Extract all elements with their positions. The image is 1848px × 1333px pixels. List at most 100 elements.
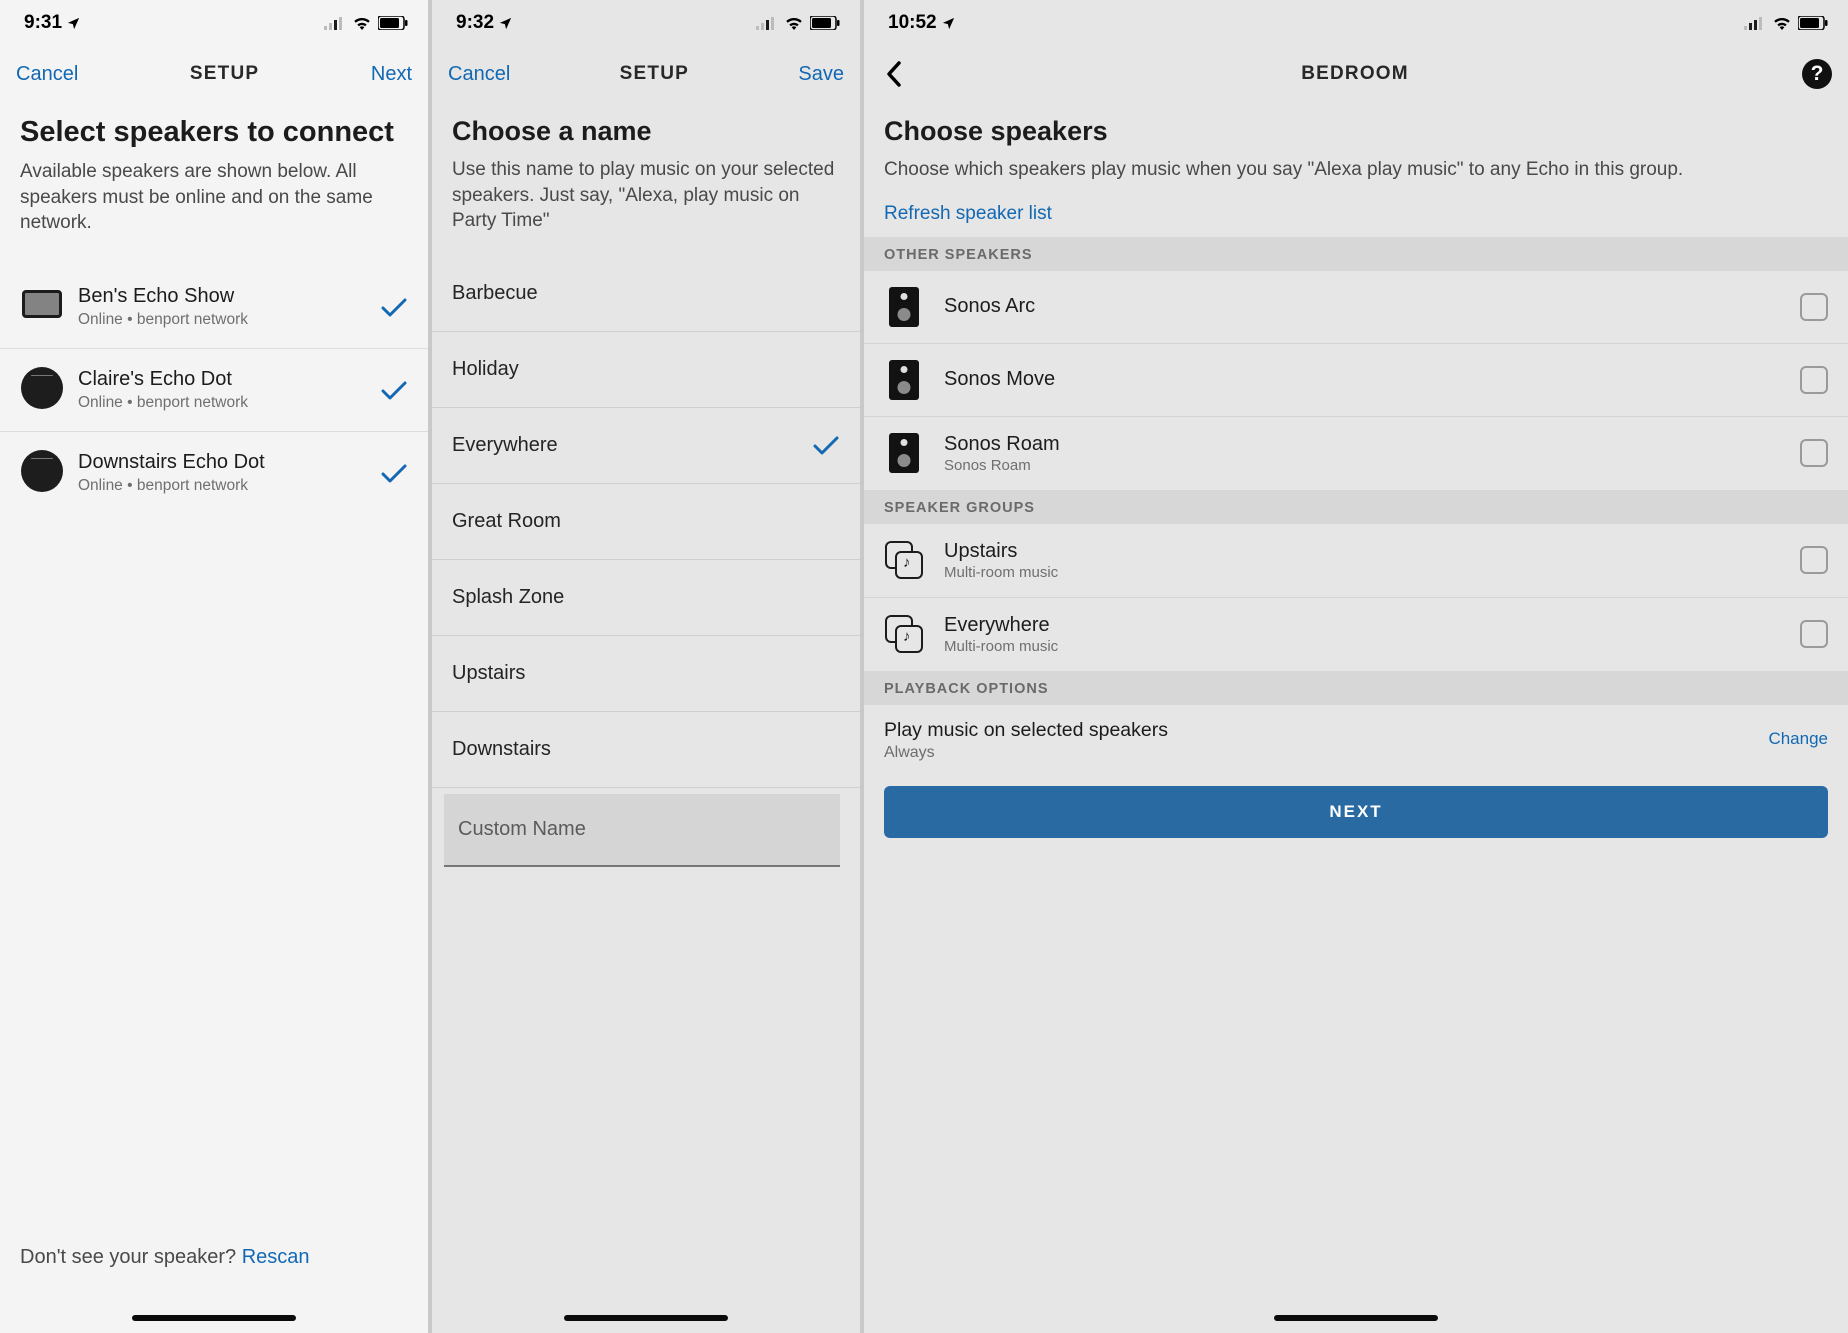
change-link[interactable]: Change (1768, 729, 1828, 749)
next-button[interactable]: Next (371, 63, 412, 86)
cancel-button[interactable]: Cancel (448, 63, 510, 86)
speaker-name: Sonos Roam (944, 433, 1800, 456)
name-label: Barbecue (452, 282, 538, 305)
speaker-status: Online • benport network (78, 477, 380, 495)
playback-title: Play music on selected speakers (884, 719, 1768, 742)
checkbox[interactable] (1800, 366, 1828, 394)
name-label: Downstairs (452, 738, 551, 761)
checkbox[interactable] (1800, 620, 1828, 648)
checkbox[interactable] (1800, 293, 1828, 321)
battery-icon (810, 16, 840, 30)
section-speaker-groups: SPEAKER GROUPS (864, 490, 1848, 524)
nav-title: BEDROOM (1301, 63, 1409, 85)
playback-row: Play music on selected speakers Always C… (864, 705, 1848, 772)
speaker-status: Online • benport network (78, 311, 380, 329)
refresh-link[interactable]: Refresh speaker list (884, 203, 1052, 225)
status-bar: 9:32 (432, 0, 860, 46)
speaker-name: Sonos Arc (944, 295, 1800, 318)
name-option[interactable]: Great Room (432, 484, 860, 560)
home-indicator[interactable] (1274, 1315, 1438, 1321)
status-time: 9:31 (24, 12, 62, 34)
rescan-link[interactable]: Rescan (242, 1246, 310, 1268)
echo-dot-icon (21, 450, 63, 492)
name-option[interactable]: Holiday (432, 332, 860, 408)
section-playback-options: PLAYBACK OPTIONS (864, 671, 1848, 705)
group-icon (885, 615, 923, 653)
back-button[interactable] (880, 57, 908, 91)
battery-icon (1798, 16, 1828, 30)
nav-bar: Cancel SETUP Save (432, 46, 860, 102)
status-time: 10:52 (888, 12, 937, 34)
location-icon (941, 16, 956, 31)
speaker-status: Online • benport network (78, 394, 380, 412)
check-icon (380, 462, 408, 484)
signal-icon (756, 16, 778, 30)
speaker-sub: Sonos Roam (944, 457, 1800, 474)
wifi-icon (1772, 16, 1792, 30)
speaker-name: Claire's Echo Dot (78, 368, 380, 391)
nav-title: SETUP (620, 63, 689, 85)
name-option[interactable]: Upstairs (432, 636, 860, 712)
name-label: Great Room (452, 510, 561, 533)
battery-icon (378, 16, 408, 30)
footer: Don't see your speaker? Rescan (20, 1246, 310, 1269)
name-option[interactable]: Everywhere (432, 408, 860, 484)
speaker-row[interactable]: Sonos Roam Sonos Roam (864, 417, 1848, 490)
signal-icon (1744, 16, 1766, 30)
group-icon (885, 541, 923, 579)
speaker-row[interactable]: Sonos Move (864, 344, 1848, 417)
wifi-icon (784, 16, 804, 30)
echo-dot-icon (21, 367, 63, 409)
speaker-row[interactable]: Ben's Echo Show Online • benport network (0, 266, 428, 349)
page-subheading: Use this name to play music on your sele… (452, 157, 840, 234)
status-time: 9:32 (456, 12, 494, 34)
page-subheading: Choose which speakers play music when yo… (884, 157, 1828, 183)
group-name: Upstairs (944, 540, 1800, 563)
name-option[interactable]: Barbecue (432, 256, 860, 332)
nav-bar: BEDROOM ? (864, 46, 1848, 102)
name-label: Splash Zone (452, 586, 564, 609)
home-indicator[interactable] (564, 1315, 728, 1321)
screen-choose-name: 9:32 Cancel SETUP Save Choose a name Use… (432, 0, 860, 1333)
page-subheading: Available speakers are shown below. All … (20, 159, 408, 236)
status-bar: 10:52 (864, 0, 1848, 46)
group-sub: Multi-room music (944, 638, 1800, 655)
speaker-row[interactable]: Downstairs Echo Dot Online • benport net… (0, 432, 428, 514)
speaker-name: Ben's Echo Show (78, 285, 380, 308)
name-label: Holiday (452, 358, 519, 381)
group-row[interactable]: Everywhere Multi-room music (864, 598, 1848, 671)
signal-icon (324, 16, 346, 30)
name-label: Everywhere (452, 434, 558, 457)
group-row[interactable]: Upstairs Multi-room music (864, 524, 1848, 598)
home-indicator[interactable] (132, 1315, 296, 1321)
nav-bar: Cancel SETUP Next (0, 46, 428, 102)
name-option[interactable]: Downstairs (432, 712, 860, 788)
screen-choose-speakers: 10:52 BEDROOM ? Choose speakers Choose w… (864, 0, 1848, 1333)
speaker-row[interactable]: Sonos Arc (864, 271, 1848, 344)
help-icon[interactable]: ? (1802, 59, 1832, 89)
cancel-button[interactable]: Cancel (16, 63, 78, 86)
placeholder: Custom Name (458, 818, 586, 840)
echo-show-icon (22, 290, 62, 318)
name-label: Upstairs (452, 662, 525, 685)
next-button[interactable]: NEXT (884, 786, 1828, 838)
check-icon (380, 379, 408, 401)
screen-select-speakers: 9:31 Cancel SETUP Next Select speakers t… (0, 0, 428, 1333)
page-heading: Select speakers to connect (20, 116, 408, 149)
playback-value: Always (884, 744, 1768, 762)
checkbox[interactable] (1800, 546, 1828, 574)
custom-name-input[interactable]: Custom Name (444, 794, 840, 867)
location-icon (498, 16, 513, 31)
name-option[interactable]: Splash Zone (432, 560, 860, 636)
speaker-icon (889, 360, 919, 400)
group-sub: Multi-room music (944, 564, 1800, 581)
check-icon (812, 434, 840, 456)
checkbox[interactable] (1800, 439, 1828, 467)
save-button[interactable]: Save (798, 63, 844, 86)
speaker-name: Sonos Move (944, 368, 1800, 391)
speaker-row[interactable]: Claire's Echo Dot Online • benport netwo… (0, 349, 428, 432)
group-name: Everywhere (944, 614, 1800, 637)
status-bar: 9:31 (0, 0, 428, 46)
page-heading: Choose a name (452, 116, 840, 147)
page-heading: Choose speakers (884, 116, 1828, 147)
